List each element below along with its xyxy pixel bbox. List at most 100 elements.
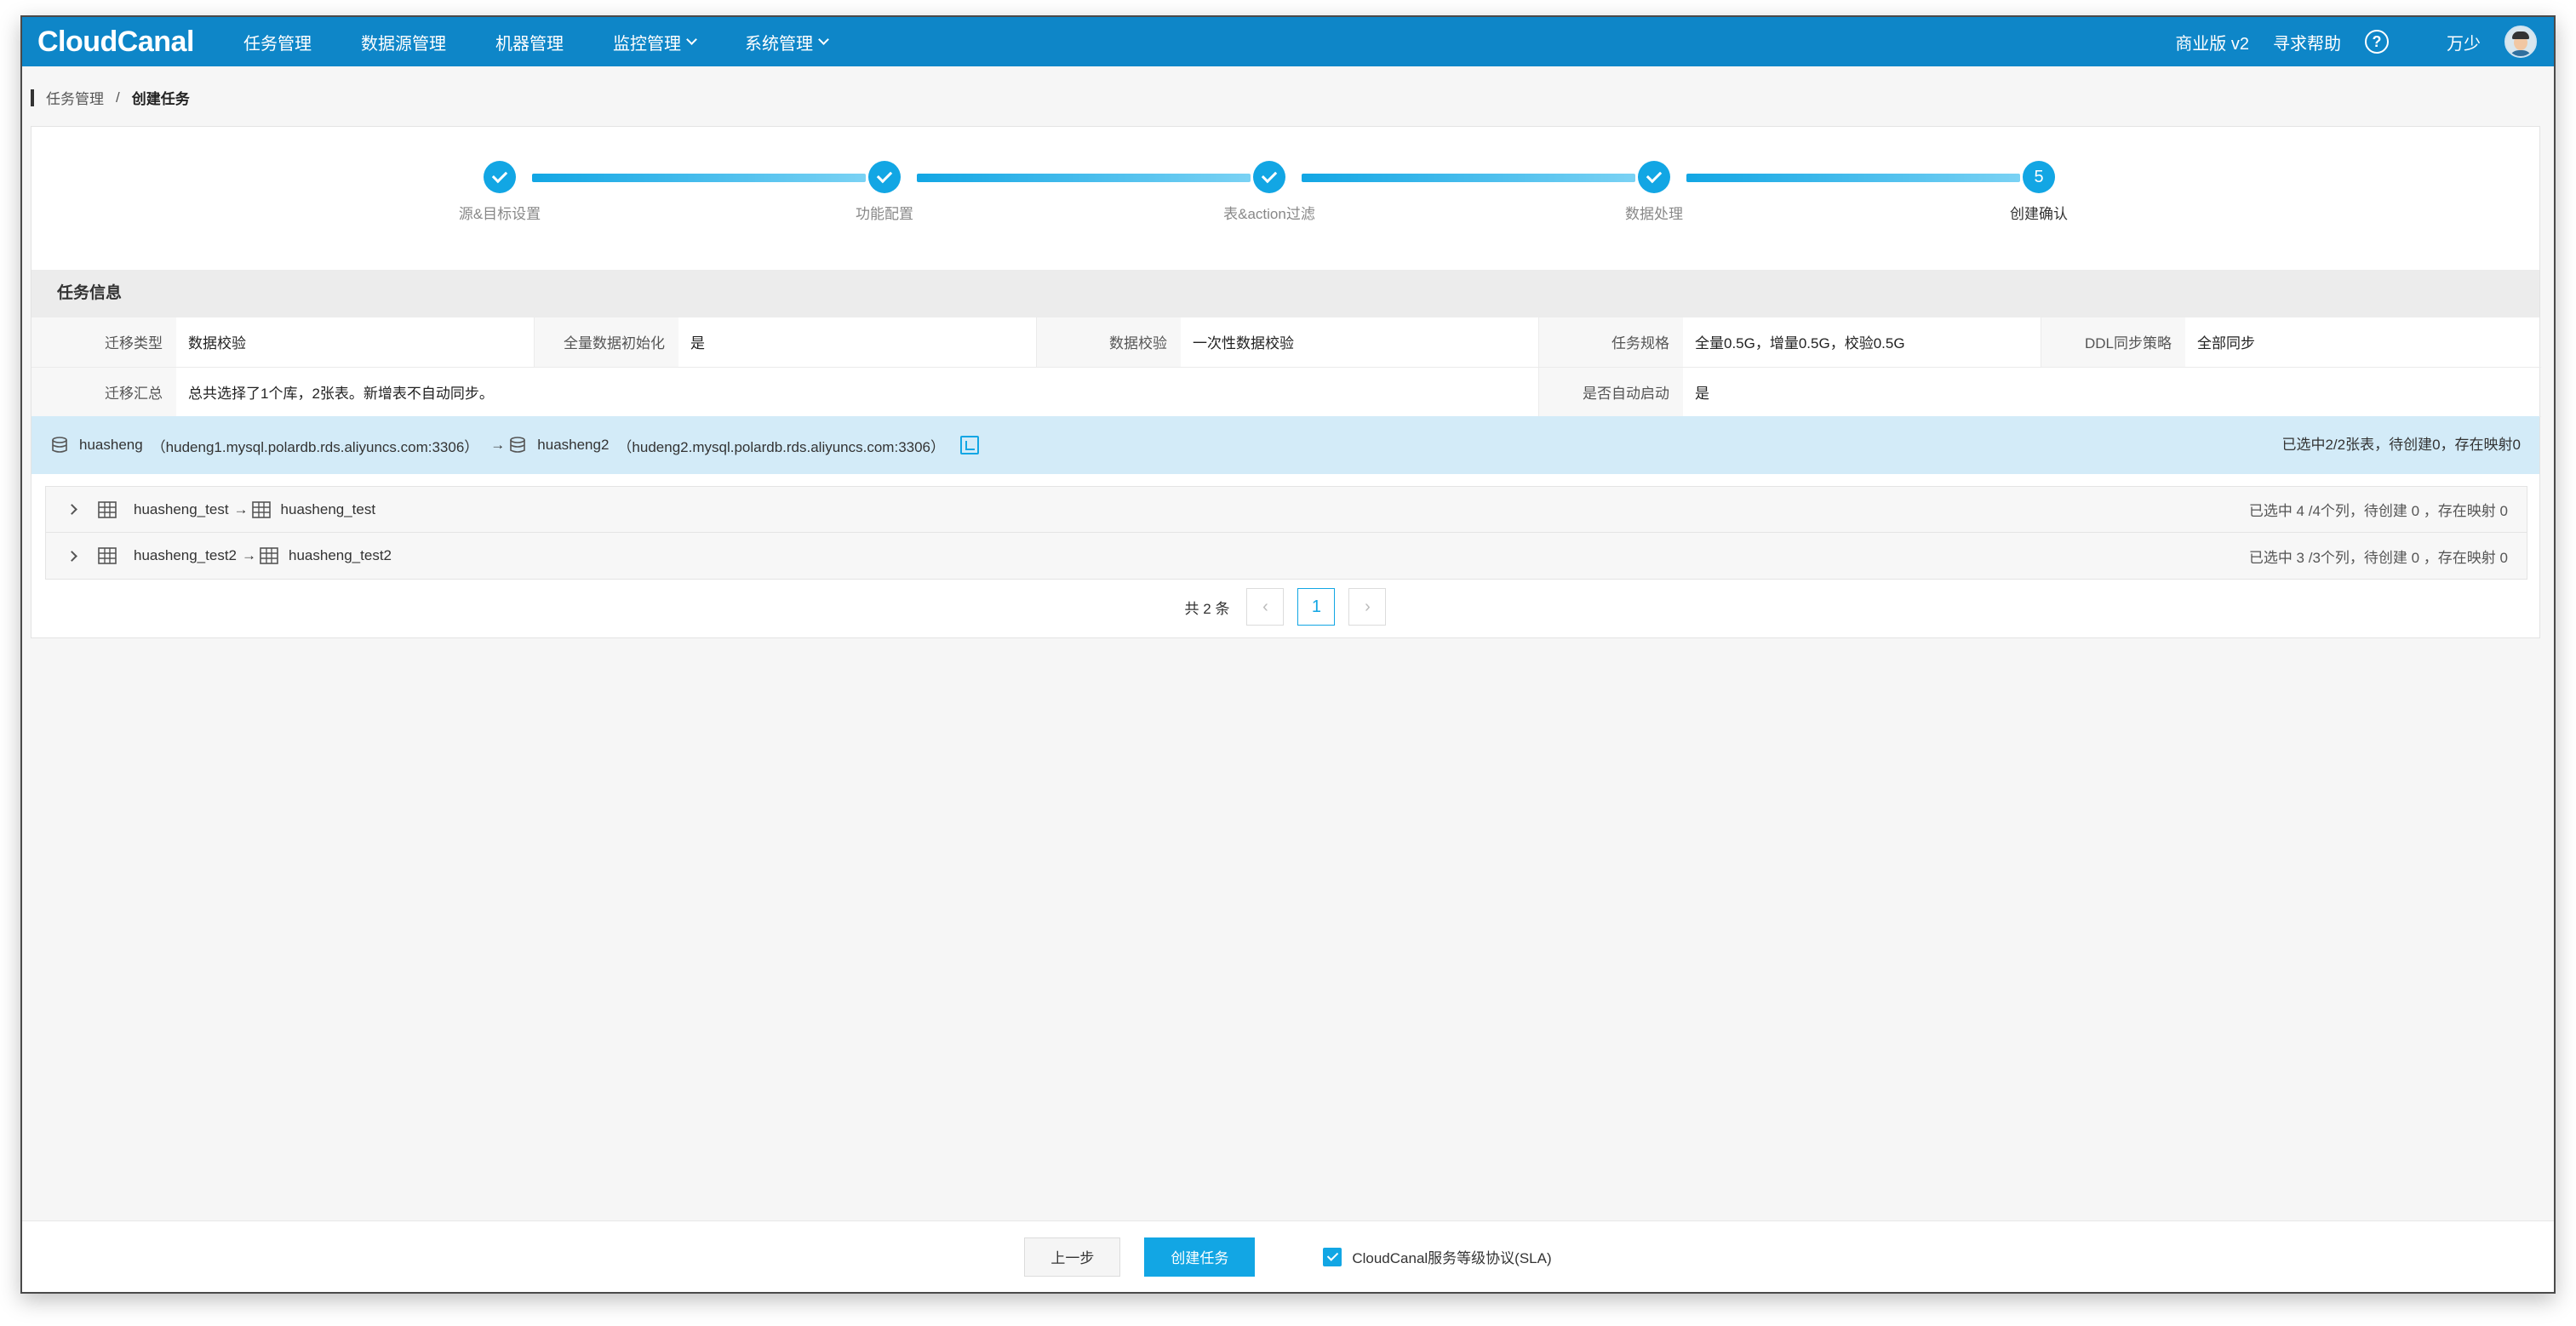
check-icon bbox=[1646, 167, 1663, 184]
nav-item-datasources[interactable]: 数据源管理 bbox=[361, 30, 446, 54]
step-data-processing: 数据处理 bbox=[1560, 161, 1748, 223]
edition-label: 商业版 v2 bbox=[2175, 34, 2249, 54]
chevron-down-icon bbox=[818, 34, 829, 45]
info-value: 数据校验 bbox=[176, 317, 535, 368]
username[interactable]: 万少 bbox=[2447, 30, 2481, 54]
task-info-row: 迁移汇总 总共选择了1个库，2张表。新增表不自动同步。 是否自动启动 是 bbox=[31, 367, 2541, 417]
step-label: 表&action过滤 bbox=[1223, 206, 1315, 222]
step-done-dot bbox=[868, 161, 901, 193]
logo[interactable]: CloudCanal bbox=[22, 26, 243, 59]
sla-agreement: CloudCanal服务等级协议(SLA) bbox=[1323, 1246, 1552, 1267]
breadcrumb: 任务管理 / 创建任务 bbox=[31, 87, 190, 108]
check-icon bbox=[1326, 1249, 1339, 1261]
breadcrumb-parent[interactable]: 任务管理 bbox=[46, 87, 104, 108]
logo-text: CloudCanal bbox=[37, 25, 194, 58]
step-done-dot bbox=[1638, 161, 1670, 193]
target-db-name: huasheng2 bbox=[537, 437, 610, 453]
table-column-summary: 已选中 4 /4个列，待创建 0 ，存在映射 0 bbox=[2248, 503, 2508, 519]
step-source-target: 源&目标设置 bbox=[406, 161, 593, 223]
nav-item-label: 系统管理 bbox=[745, 34, 813, 54]
step-done-dot bbox=[484, 161, 516, 193]
database-icon bbox=[510, 437, 526, 453]
avatar[interactable] bbox=[2504, 26, 2537, 58]
task-info-row: 迁移类型 数据校验 全量数据初始化 是 数据校验 一次性数据校验 任务规格 全量… bbox=[31, 317, 2541, 368]
nav-menu: 任务管理 数据源管理 机器管理 监控管理 系统管理 bbox=[243, 30, 877, 54]
info-value: 是 bbox=[1683, 367, 2541, 417]
check-icon bbox=[491, 167, 508, 184]
breadcrumb-marker bbox=[31, 89, 34, 106]
mapping-arrow: → bbox=[490, 437, 506, 453]
table-column-summary: 已选中 3 /3个列，待创建 0 ，存在映射 0 bbox=[2248, 549, 2508, 566]
breadcrumb-current: 创建任务 bbox=[131, 91, 190, 107]
info-value: 全部同步 bbox=[2185, 317, 2541, 368]
nav-right: 商业版 v2 寻求帮助 ? 万少 bbox=[2175, 17, 2537, 66]
info-key: 全量数据初始化 bbox=[534, 317, 678, 368]
step-table-filter: 表&action过滤 bbox=[1176, 161, 1363, 223]
step-label: 数据处理 bbox=[1625, 206, 1683, 222]
step-label: 源&目标设置 bbox=[458, 206, 541, 222]
database-icon bbox=[52, 437, 67, 453]
edit-mapping-icon[interactable] bbox=[960, 436, 980, 454]
info-value: 总共选择了1个库，2张表。新增表不自动同步。 bbox=[176, 367, 1539, 417]
info-value: 全量0.5G，增量0.5G，校验0.5G bbox=[1683, 317, 2041, 368]
db-mapping-summary: 已选中2/2张表，待创建0，存在映射0 bbox=[2281, 437, 2521, 453]
pagination: 共 2 条 ‹ 1 › bbox=[31, 588, 2539, 626]
avatar-body-shape bbox=[2509, 50, 2533, 56]
chevron-right-icon[interactable] bbox=[66, 504, 77, 515]
nav-item-label: 数据源管理 bbox=[361, 34, 446, 54]
table-icon bbox=[251, 500, 271, 518]
nav-item-system[interactable]: 系统管理 bbox=[745, 30, 829, 54]
table-icon bbox=[98, 500, 117, 518]
mapping-arrow: → bbox=[242, 547, 256, 563]
table-row: huasheng_test → huasheng_test 已选中 4 /4个列… bbox=[46, 487, 2527, 533]
info-key: 任务规格 bbox=[1538, 317, 1683, 368]
sla-checkbox[interactable] bbox=[1323, 1247, 1342, 1266]
chevron-down-icon bbox=[686, 34, 697, 45]
avatar-hair-shape bbox=[2512, 31, 2529, 39]
nav-item-machines[interactable]: 机器管理 bbox=[495, 30, 564, 54]
chevron-right-icon[interactable] bbox=[66, 550, 77, 562]
info-value: 是 bbox=[678, 317, 1037, 368]
source-db-host: （hudeng1.mysql.polardb.rds.aliyuncs.com:… bbox=[151, 438, 479, 455]
step-confirm: 5 创建确认 bbox=[1945, 161, 2132, 223]
target-table-name: huasheng_test2 bbox=[289, 547, 392, 563]
nav-item-label: 任务管理 bbox=[243, 34, 312, 54]
task-info-title: 任务信息 bbox=[31, 270, 2539, 317]
check-icon bbox=[876, 167, 893, 184]
pagination-total: 共 2 条 bbox=[1184, 600, 1230, 617]
progress-steps: 源&目标设置 功能配置 表&action过滤 数据处理 5 创建确认 bbox=[31, 127, 2539, 271]
info-key: 数据校验 bbox=[1036, 317, 1181, 368]
step-function-config: 功能配置 bbox=[791, 161, 978, 223]
table-icon bbox=[98, 547, 117, 564]
prev-page-button[interactable]: ‹ bbox=[1246, 588, 1285, 626]
table-mapping-list: huasheng_test → huasheng_test 已选中 4 /4个列… bbox=[45, 486, 2527, 580]
mapping-arrow: → bbox=[233, 500, 249, 517]
source-db-name: huasheng bbox=[79, 437, 143, 453]
app-window: CloudCanal 任务管理 数据源管理 机器管理 监控管理 系统管理 商业版… bbox=[20, 15, 2556, 1294]
page-number-button[interactable]: 1 bbox=[1297, 588, 1336, 626]
create-task-card: 源&目标设置 功能配置 表&action过滤 数据处理 5 创建确认 任务信息 bbox=[31, 126, 2541, 638]
step-label: 创建确认 bbox=[2010, 206, 2068, 222]
prev-step-button[interactable]: 上一步 bbox=[1024, 1237, 1121, 1277]
step-done-dot bbox=[1253, 161, 1285, 193]
source-table-name: huasheng_test bbox=[134, 500, 229, 517]
help-link[interactable]: 寻求帮助 bbox=[2273, 30, 2341, 54]
table-row: huasheng_test2 → huasheng_test2 已选中 3 /3… bbox=[46, 533, 2527, 579]
db-mapping-bar: huasheng （hudeng1.mysql.polardb.rds.aliy… bbox=[31, 416, 2539, 474]
target-table-name: huasheng_test bbox=[280, 500, 376, 517]
source-table-name: huasheng_test2 bbox=[134, 547, 237, 563]
nav-item-tasks[interactable]: 任务管理 bbox=[243, 30, 312, 54]
info-key: 迁移汇总 bbox=[31, 367, 176, 417]
footer-actions: 上一步 创建任务 CloudCanal服务等级协议(SLA) bbox=[22, 1220, 2554, 1292]
top-nav: CloudCanal 任务管理 数据源管理 机器管理 监控管理 系统管理 商业版… bbox=[22, 17, 2554, 66]
create-task-button[interactable]: 创建任务 bbox=[1144, 1237, 1256, 1277]
info-key: 是否自动启动 bbox=[1538, 367, 1683, 417]
nav-item-monitoring[interactable]: 监控管理 bbox=[613, 30, 697, 54]
question-icon[interactable]: ? bbox=[2365, 30, 2389, 54]
nav-item-label: 机器管理 bbox=[495, 34, 564, 54]
next-page-button[interactable]: › bbox=[1348, 588, 1387, 626]
target-db-host: （hudeng2.mysql.polardb.rds.aliyuncs.com:… bbox=[617, 438, 946, 455]
sla-label[interactable]: CloudCanal服务等级协议(SLA) bbox=[1352, 1246, 1551, 1267]
nav-item-label: 监控管理 bbox=[613, 34, 681, 54]
task-info-table: 迁移类型 数据校验 全量数据初始化 是 数据校验 一次性数据校验 任务规格 全量… bbox=[31, 317, 2541, 417]
